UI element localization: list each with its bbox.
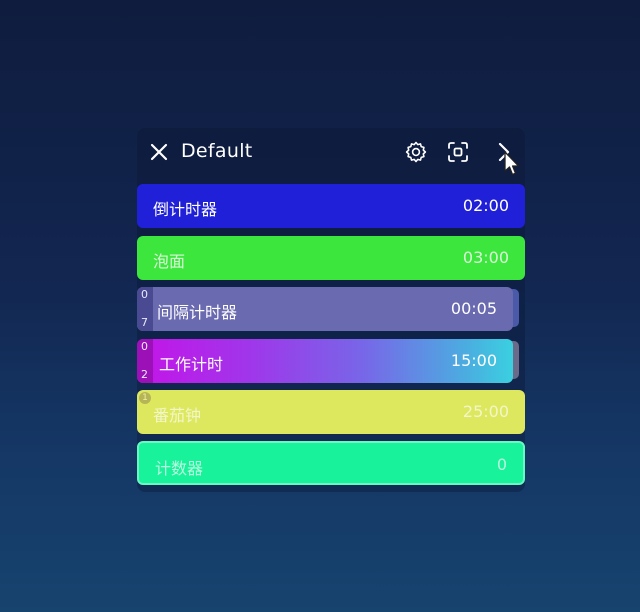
timer-item-noodles[interactable]: 泡面 03:00	[137, 236, 525, 280]
panel-header: Default	[137, 132, 525, 172]
timer-item-counter[interactable]: 计数器 0	[137, 441, 525, 485]
pomodoro-count-badge: 1	[139, 392, 151, 404]
timer-item-pomodoro[interactable]: 1 番茄钟 25:00	[137, 390, 525, 434]
timer-time: 15:00	[450, 351, 497, 370]
profile-title: Default	[181, 140, 253, 162]
timer-item-work[interactable]: 0 2 工作计时 15:00	[137, 339, 513, 383]
timer-time: 0	[496, 455, 507, 474]
timer-name: 工作计时	[159, 355, 224, 374]
timer-item-countdown[interactable]: 倒计时器 02:00	[137, 184, 525, 228]
timer-time: 03:00	[462, 248, 509, 267]
gear-icon[interactable]	[404, 140, 428, 164]
timer-name: 泡面	[153, 252, 186, 271]
timer-name: 间隔计时器	[157, 303, 238, 322]
badge-top-value: 0	[141, 340, 148, 353]
timer-name: 计数器	[155, 459, 204, 478]
badge-bottom-value: 2	[141, 368, 148, 381]
timer-name: 倒计时器	[153, 200, 218, 219]
focus-frame-icon[interactable]	[446, 140, 470, 164]
timer-time: 25:00	[462, 402, 509, 421]
mouse-cursor-icon	[504, 151, 520, 176]
timer-name: 番茄钟	[153, 406, 202, 425]
timer-time: 02:00	[462, 196, 509, 215]
timer-item-interval[interactable]: 0 7 间隔计时器 00:05	[137, 287, 513, 331]
timer-time: 00:05	[450, 299, 497, 318]
round-counter-badge: 0 7	[137, 287, 153, 331]
badge-bottom-value: 7	[141, 316, 148, 329]
close-icon[interactable]	[149, 142, 169, 162]
round-counter-badge: 0 2	[137, 339, 153, 383]
badge-top-value: 0	[141, 288, 148, 301]
